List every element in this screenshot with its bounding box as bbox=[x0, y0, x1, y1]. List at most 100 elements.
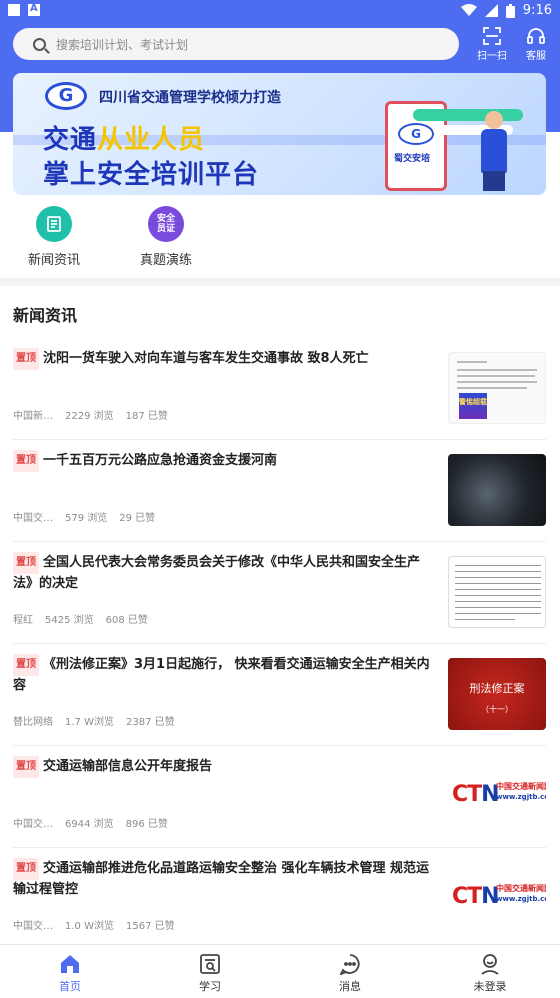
headset-icon bbox=[527, 28, 545, 44]
tab-profile-label: 未登录 bbox=[473, 980, 507, 993]
signal-icon bbox=[484, 4, 498, 17]
pin-tag: 置顶 bbox=[13, 654, 39, 676]
news-likes: 1567 已赞 bbox=[125, 921, 175, 932]
pin-tag: 置顶 bbox=[13, 858, 39, 880]
exam-icon: 安全员证 bbox=[148, 206, 184, 242]
ctn-logo: CTN bbox=[452, 884, 500, 909]
news-views: 579 浏览 bbox=[65, 513, 108, 524]
news-meta: 程红 5425 浏览 608 已赞 bbox=[13, 611, 148, 626]
tab-home-label: 首页 bbox=[59, 980, 81, 993]
quick-link-news-label: 新闻资讯 bbox=[27, 253, 80, 268]
notification-icon bbox=[8, 4, 20, 16]
news-likes: 2387 已赞 bbox=[125, 717, 175, 728]
news-title: 置顶 全国人民代表大会常务委员会关于修改《中华人民共和国安全生产法》的决定 bbox=[13, 552, 433, 594]
wifi-icon bbox=[460, 4, 477, 16]
quick-links: 新闻资讯 安全员证 真题演练 bbox=[0, 200, 560, 276]
banner-headline-1: 交通从业人员 bbox=[43, 125, 206, 155]
status-bar: 9:16 bbox=[0, 0, 560, 22]
tab-study[interactable]: 学习 bbox=[140, 945, 280, 998]
scan-icon bbox=[483, 27, 501, 45]
thumb-caption: 警惕超载 bbox=[459, 393, 487, 419]
scan-button[interactable]: 扫一扫 bbox=[474, 27, 510, 62]
news-title: 置顶 交通运输部推进危化品道路运输安全整治 强化车辆技术管理 规范运输过程管控 bbox=[13, 858, 433, 900]
pin-tag: 置顶 bbox=[13, 450, 39, 472]
news-item[interactable]: 置顶 交通运输部信息公开年度报告 中国交… 6944 浏览 896 已赞 CTN … bbox=[13, 746, 546, 848]
news-meta: 中国交… 1.0 W浏览 1567 已赞 bbox=[13, 917, 175, 932]
promo-banner[interactable]: G 四川省交通管理学校倾力打造 交通从业人员 掌上安全培训平台 G 蜀交安培 bbox=[13, 73, 546, 195]
ctn-logo: CTN bbox=[452, 782, 500, 807]
news-icon bbox=[36, 206, 72, 242]
news-source: 中国交… bbox=[13, 921, 53, 932]
quick-link-exam[interactable]: 安全员证 真题演练 bbox=[121, 206, 211, 268]
news-meta: 中国新… 2229 浏览 187 已赞 bbox=[13, 407, 168, 422]
tab-messages[interactable]: 消息 bbox=[280, 945, 420, 998]
tab-profile[interactable]: 未登录 bbox=[420, 945, 560, 998]
quick-link-news[interactable]: 新闻资讯 bbox=[9, 206, 99, 268]
news-title: 置顶 《刑法修正案》3月1日起施行， 快来看看交通运输安全生产相关内容 bbox=[13, 654, 433, 696]
news-views: 2229 浏览 bbox=[65, 411, 114, 422]
search-bar[interactable]: 搜索培训计划、考试计划 bbox=[13, 28, 459, 60]
section-divider bbox=[0, 278, 560, 286]
news-thumbnail bbox=[448, 556, 546, 628]
news-source: 中国交… bbox=[13, 513, 53, 524]
news-item[interactable]: 置顶 交通运输部推进危化品道路运输安全整治 强化车辆技术管理 规范运输过程管控 中… bbox=[13, 848, 546, 950]
school-logo: G bbox=[45, 82, 87, 110]
battery-icon bbox=[505, 3, 515, 18]
message-icon bbox=[339, 954, 360, 975]
news-likes: 896 已赞 bbox=[125, 819, 168, 830]
news-item[interactable]: 置顶 《刑法修正案》3月1日起施行， 快来看看交通运输安全生产相关内容 替比网络 … bbox=[13, 644, 546, 746]
news-meta: 中国交… 579 浏览 29 已赞 bbox=[13, 509, 155, 524]
news-views: 1.7 W浏览 bbox=[65, 717, 114, 728]
section-title: 新闻资讯 bbox=[13, 306, 78, 325]
device-logo: G bbox=[398, 123, 434, 145]
search-icon bbox=[33, 37, 46, 51]
person-illustration-head bbox=[485, 111, 503, 129]
pin-tag: 置顶 bbox=[13, 756, 39, 778]
status-time: 9:16 bbox=[522, 3, 552, 18]
news-item[interactable]: 置顶 沈阳一货车驶入对向车道与客车发生交通事故 致8人死亡 中国新… 2229 浏… bbox=[13, 338, 546, 440]
tab-home[interactable]: 首页 bbox=[0, 945, 140, 998]
news-thumbnail bbox=[448, 454, 546, 526]
app-notification-icon bbox=[28, 3, 40, 16]
study-icon bbox=[200, 954, 220, 974]
bottom-tabbar: 首页 学习 消息 未登录 bbox=[0, 944, 560, 998]
news-views: 6944 浏览 bbox=[65, 819, 114, 830]
banner-headline-2: 掌上安全培训平台 bbox=[43, 160, 260, 190]
service-label: 客服 bbox=[526, 51, 546, 62]
news-title: 置顶 沈阳一货车驶入对向车道与客车发生交通事故 致8人死亡 bbox=[13, 348, 433, 370]
banner-decoration bbox=[413, 109, 523, 121]
quick-link-exam-label: 真题演练 bbox=[139, 253, 192, 268]
news-title: 置顶 一千五百万元公路应急抢通资金支援河南 bbox=[13, 450, 433, 472]
news-item[interactable]: 置顶 全国人民代表大会常务委员会关于修改《中华人民共和国安全生产法》的决定 程红 … bbox=[13, 542, 546, 644]
tab-messages-label: 消息 bbox=[339, 980, 361, 993]
home-icon bbox=[61, 955, 79, 973]
ctn-logo-text: 中国交通新闻网www.zgjtb.com bbox=[496, 782, 546, 801]
device-text: 蜀交安培 bbox=[394, 154, 431, 164]
news-source: 程红 bbox=[13, 615, 33, 626]
person-illustration-body bbox=[481, 129, 507, 173]
news-source: 替比网络 bbox=[13, 717, 53, 728]
scan-label: 扫一扫 bbox=[477, 51, 507, 62]
user-icon bbox=[481, 954, 499, 975]
news-list: 置顶 沈阳一货车驶入对向车道与客车发生交通事故 致8人死亡 中国新… 2229 浏… bbox=[13, 338, 546, 950]
banner-subtitle: 四川省交通管理学校倾力打造 bbox=[99, 90, 281, 106]
service-button[interactable]: 客服 bbox=[518, 27, 554, 62]
news-title: 置顶 交通运输部信息公开年度报告 bbox=[13, 756, 433, 778]
tab-study-label: 学习 bbox=[199, 980, 221, 993]
news-likes: 29 已赞 bbox=[119, 513, 156, 524]
news-meta: 中国交… 6944 浏览 896 已赞 bbox=[13, 815, 168, 830]
news-views: 5425 浏览 bbox=[45, 615, 94, 626]
news-likes: 608 已赞 bbox=[105, 615, 148, 626]
search-placeholder: 搜索培训计划、考试计划 bbox=[56, 37, 189, 52]
news-thumbnail: 警惕超载 bbox=[448, 352, 546, 424]
news-source: 中国交… bbox=[13, 819, 53, 830]
thumb-caption: 刑法修正案 bbox=[469, 682, 525, 695]
news-views: 1.0 W浏览 bbox=[65, 921, 114, 932]
news-thumbnail: 刑法修正案 （十一） bbox=[448, 658, 546, 730]
person-illustration-legs bbox=[483, 171, 505, 191]
ctn-logo-text: 中国交通新闻网www.zgjtb.com bbox=[496, 884, 546, 903]
pin-tag: 置顶 bbox=[13, 348, 39, 370]
news-item[interactable]: 置顶 一千五百万元公路应急抢通资金支援河南 中国交… 579 浏览 29 已赞 bbox=[13, 440, 546, 542]
news-meta: 替比网络 1.7 W浏览 2387 已赞 bbox=[13, 713, 175, 728]
news-thumbnail: CTN 中国交通新闻网www.zgjtb.com bbox=[448, 862, 546, 934]
